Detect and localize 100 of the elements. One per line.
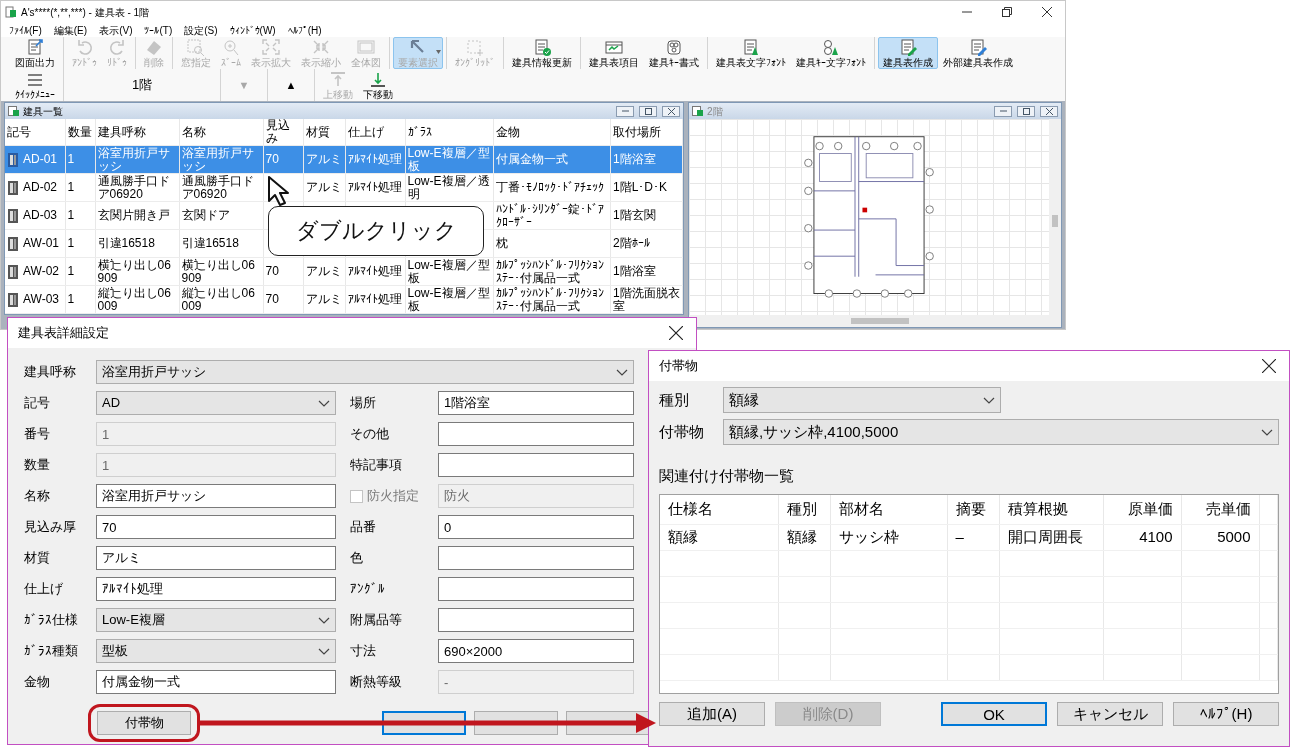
dialog-button[interactable]: 追加(A) [659, 701, 765, 726]
scrollbar-thumb[interactable] [851, 318, 909, 324]
column-header[interactable]: 仕上げ [345, 119, 405, 146]
app-icon [5, 6, 17, 18]
accessory-button[interactable]: 付帯物 [97, 711, 191, 735]
menu-item[interactable]: ﾂｰﾙ(T) [144, 22, 173, 38]
field-label: 色 [350, 549, 364, 568]
column-header[interactable]: 建具呼称 [95, 119, 179, 146]
table-cell: 1 [65, 257, 95, 286]
column-header[interactable]: 売単価 [1181, 494, 1259, 525]
chevron-icon [1261, 428, 1273, 436]
column-header[interactable]: 材質 [303, 119, 345, 146]
table-cell: 通風勝手口ドア06920 [179, 173, 263, 202]
column-header[interactable]: 記号 [5, 119, 65, 146]
table-cell: 4100 [1103, 524, 1181, 551]
maximize-icon [1022, 107, 1030, 115]
input-field[interactable]: 1階浴室 [438, 391, 634, 415]
toolbar-button[interactable]: 建具表項目 [584, 37, 644, 69]
menu-item[interactable]: ｳｨﾝﾄﾞｳ(W) [229, 22, 276, 38]
input-field[interactable]: 70 [96, 515, 336, 539]
chevron-icon [983, 396, 995, 404]
toolbar-button[interactable]: 建具表作成 [878, 37, 938, 69]
toolbar-button[interactable]: 建具ｷｰ文字ﾌｫﾝﾄ [791, 37, 871, 69]
input-field[interactable] [438, 453, 634, 477]
dropdown[interactable]: 浴室用折戸サッシ [96, 360, 634, 384]
dropdown[interactable]: 額縁 [723, 387, 1001, 413]
table-cell: AW-01 [23, 237, 59, 250]
magnifier-frame-icon [186, 38, 206, 57]
input-field[interactable]: 690×2000 [438, 639, 634, 663]
maximize-icon [644, 107, 652, 115]
input-field[interactable] [438, 577, 634, 601]
up-arrow-icon [328, 70, 348, 89]
window-title: A's****(*,**,***) - 建具表 - 1階 [21, 5, 151, 20]
minimize-icon [621, 110, 629, 112]
field-label: 見込み厚 [24, 518, 77, 537]
toolbar-button[interactable]: ▲ [271, 75, 311, 95]
column-header[interactable]: 種別 [778, 494, 830, 525]
column-header[interactable]: 積算根拠 [999, 494, 1103, 525]
minimize-button[interactable] [616, 105, 634, 117]
scrollbar-thumb[interactable] [1052, 214, 1058, 228]
input-field[interactable]: 付属金物一式 [96, 670, 336, 694]
dropdown[interactable]: Low-E複層 [96, 608, 336, 632]
column-header[interactable]: 名称 [179, 119, 263, 146]
minimize-button[interactable] [994, 105, 1012, 117]
column-header[interactable]: 金物 [493, 119, 611, 146]
toolbar-button[interactable]: 建具ｷｰ書式 [644, 37, 704, 69]
table-cell: 引違16518 [95, 229, 179, 258]
dialog-button[interactable]: OK [941, 701, 1047, 726]
menu-item[interactable]: 設定(S) [184, 22, 218, 38]
column-header[interactable]: 数量 [65, 119, 95, 146]
input-field[interactable] [438, 546, 634, 570]
maximize-button[interactable] [1017, 105, 1035, 117]
toolbar-button[interactable]: 下移動 [358, 69, 398, 101]
table-cell: アルミ [303, 257, 345, 286]
column-header[interactable]: 取付場所 [610, 119, 683, 146]
close-icon [667, 107, 675, 115]
table-cell: ｱﾙﾏｲﾄ処理 [345, 145, 405, 174]
column-header[interactable]: 部材名 [830, 494, 947, 525]
toolbar-button[interactable]: 建具表文字ﾌｫﾝﾄ [711, 37, 791, 69]
column-header[interactable]: 摘要 [947, 494, 999, 525]
dialog-button[interactable]: キャンセル [1057, 701, 1163, 726]
vertical-scrollbar[interactable] [1049, 119, 1061, 327]
dropdown[interactable]: 型板 [96, 639, 336, 663]
zoom-icon [221, 38, 241, 57]
table-cell: 1階浴室 [610, 145, 683, 174]
close-button[interactable] [1040, 105, 1058, 117]
field-label: その他 [350, 425, 390, 444]
close-button[interactable] [662, 105, 680, 117]
table-cell: ｱﾙﾏｲﾄ処理 [345, 257, 405, 286]
toolbar-button[interactable]: 図面出力 [10, 37, 60, 69]
door-icon [7, 207, 19, 224]
input-field[interactable]: ｱﾙﾏｲﾄ処理 [96, 577, 336, 601]
column-header[interactable]: 仕様名 [660, 494, 778, 525]
floor-label: 1階 [130, 76, 154, 94]
menu-item[interactable]: ﾍﾙﾌﾟ(H) [287, 22, 322, 38]
toolbar-button[interactable]: ｸｲｯｸﾒﾆｭｰ [10, 69, 60, 101]
table-cell: 5000 [1181, 524, 1259, 551]
table-cell: ｶﾙﾌﾟｯｼﾊﾝﾄﾞﾙ･ﾌﾘｸｼｮﾝｽﾃｰ･付属品一式 [493, 285, 611, 314]
input-field[interactable] [438, 422, 634, 446]
maximize-button[interactable] [639, 105, 657, 117]
dropdown[interactable]: 額縁,サッシ枠,4100,5000 [723, 419, 1279, 445]
input-field[interactable]: 0 [438, 515, 634, 539]
field-label: ｶﾞﾗｽ種類 [24, 642, 79, 661]
window-title: 建具一覧 [23, 104, 64, 119]
column-header[interactable]: 見込み [263, 119, 303, 146]
column-header[interactable]: 原単価 [1103, 494, 1181, 525]
menu-item[interactable]: 表示(V) [99, 22, 133, 38]
table-cell: AD-01 [23, 153, 57, 166]
toolbar-button[interactable]: 建具情報更新 [507, 37, 577, 69]
toolbar-button[interactable]: 外部建具表作成 [938, 37, 1018, 69]
callout: ダブルクリック [268, 205, 484, 256]
menu-item[interactable]: ﾌｧｲﾙ(F) [9, 22, 42, 38]
table-cell: 付属金物一式 [493, 145, 611, 174]
input-field[interactable] [438, 608, 634, 632]
input-field[interactable]: アルミ [96, 546, 336, 570]
input-field[interactable]: 浴室用折戸サッシ [96, 484, 336, 508]
column-header[interactable]: ｶﾞﾗｽ [405, 119, 493, 146]
dropdown[interactable]: AD [96, 391, 336, 415]
dialog-button[interactable]: ﾍﾙﾌﾟ(H) [1173, 701, 1279, 726]
menu-item[interactable]: 編集(E) [53, 22, 88, 38]
